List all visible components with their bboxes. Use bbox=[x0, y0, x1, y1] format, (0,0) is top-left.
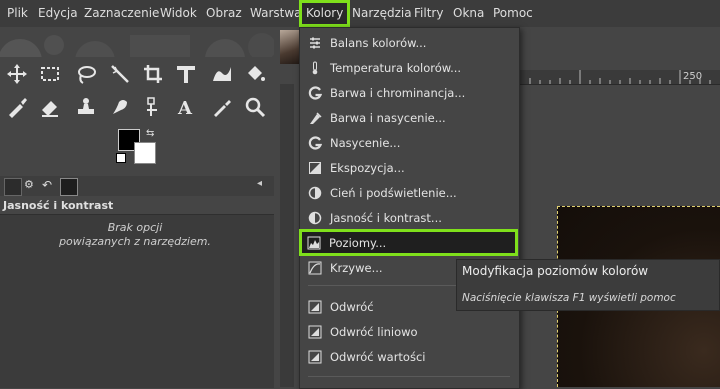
device-status-tab-icon[interactable]: ⚙ bbox=[24, 178, 40, 194]
menubar: Plik Edycja Zaznaczenie Widok Obraz Wars… bbox=[0, 0, 720, 27]
rect-select-tool-icon[interactable] bbox=[36, 60, 64, 88]
saturation-icon bbox=[308, 136, 322, 150]
menu-item-color-balance[interactable]: Balans kolorów... bbox=[300, 31, 518, 55]
clone-tool-icon[interactable] bbox=[72, 93, 100, 121]
dock-tabs: ⚙ ↶ ◂ bbox=[0, 176, 274, 196]
menu-item-hue-saturation[interactable]: Barwa i nasycenie... bbox=[300, 106, 518, 130]
menu-narzedzia[interactable]: Narzędzia bbox=[352, 0, 412, 27]
menu-item-value-invert[interactable]: Odwróć wartości bbox=[300, 345, 518, 369]
thermometer-icon bbox=[308, 61, 322, 75]
color-balance-icon bbox=[308, 36, 322, 50]
menu-item-label: Krzywe... bbox=[330, 261, 383, 275]
menu-separator bbox=[308, 376, 510, 377]
menu-item-label: Cień i podświetlenie... bbox=[330, 186, 457, 200]
tool-options-message-line1: Brak opcji bbox=[107, 221, 163, 234]
menu-item-levels[interactable]: Poziomy... bbox=[299, 229, 518, 256]
menu-widok[interactable]: Widok bbox=[160, 0, 197, 27]
swap-colors-icon[interactable]: ⇆ bbox=[146, 128, 154, 139]
menu-warstwa[interactable]: Warstwa bbox=[250, 0, 302, 27]
warp-tool-icon[interactable] bbox=[208, 60, 236, 88]
eraser-tool-icon[interactable] bbox=[36, 93, 64, 121]
menu-item-exposure[interactable]: Ekspozycja... bbox=[300, 156, 518, 180]
menu-item-saturation[interactable]: Nasycenie... bbox=[300, 131, 518, 155]
shadows-highlights-icon bbox=[308, 186, 322, 200]
tooltip-hint: Naciśnięcie klawisza F1 wyświetli pomoc bbox=[462, 292, 676, 304]
menu-kolory[interactable]: Kolory bbox=[299, 0, 351, 27]
menu-item-label: Ekspozycja... bbox=[330, 161, 405, 175]
brightness-contrast-icon bbox=[308, 211, 322, 225]
tool-options-title: Jasność i kontrast bbox=[3, 199, 114, 212]
images-tab-icon[interactable] bbox=[60, 178, 78, 196]
menu-edycja[interactable]: Edycja bbox=[38, 0, 78, 27]
menu-item-linear-invert[interactable]: Odwróć liniowo bbox=[300, 320, 518, 344]
curves-icon bbox=[308, 261, 322, 275]
vertical-ruler bbox=[280, 84, 294, 387]
exposure-icon bbox=[308, 161, 322, 175]
path-tool-icon[interactable] bbox=[139, 93, 167, 121]
text-tool-icon[interactable]: A bbox=[172, 93, 200, 121]
tool-options-message-line2: powiązanych z narzędziem. bbox=[59, 235, 211, 248]
color-picker-tool-icon[interactable] bbox=[208, 93, 236, 121]
hue-chroma-icon bbox=[308, 86, 322, 100]
bucket-fill-tool-icon[interactable] bbox=[241, 60, 269, 88]
menu-item-label: Balans kolorów... bbox=[330, 36, 427, 50]
gimp-logo-decoration bbox=[0, 27, 274, 57]
tool-options-tab-icon[interactable] bbox=[4, 178, 22, 196]
menu-item-label: Temperatura kolorów... bbox=[330, 61, 462, 75]
menu-item-label: Odwróć bbox=[330, 300, 374, 314]
menu-zaznaczenie[interactable]: Zaznaczenie bbox=[84, 0, 159, 27]
menu-item-label: Jasność i kontrast... bbox=[330, 211, 442, 225]
invert-icon bbox=[308, 300, 322, 314]
menu-item-label: Odwróć liniowo bbox=[330, 325, 418, 339]
menu-item-label: Barwa i chrominancja... bbox=[330, 86, 466, 100]
menu-item-label: Poziomy... bbox=[329, 235, 387, 250]
transform-tool-icon[interactable] bbox=[172, 60, 200, 88]
levels-icon bbox=[307, 236, 321, 250]
menu-item-label: Nasycenie... bbox=[330, 136, 401, 150]
fuzzy-select-tool-icon[interactable] bbox=[106, 60, 134, 88]
menu-filtry[interactable]: Filtry bbox=[414, 0, 443, 27]
lasso-tool-icon[interactable] bbox=[72, 60, 100, 88]
value-invert-icon bbox=[308, 350, 322, 364]
tooltip-title: Modyfikacja poziomów kolorów bbox=[462, 264, 649, 278]
menu-plik[interactable]: Plik bbox=[7, 0, 28, 27]
menu-pomoc[interactable]: Pomoc bbox=[493, 0, 533, 27]
hue-saturation-icon bbox=[308, 111, 322, 125]
menu-item-shadows-highlights[interactable]: Cień i podświetlenie... bbox=[300, 181, 518, 205]
undo-history-tab-icon[interactable]: ↶ bbox=[42, 178, 58, 194]
linear-invert-icon bbox=[308, 325, 322, 339]
zoom-tool-icon[interactable] bbox=[241, 93, 269, 121]
menu-item-brightness-contrast[interactable]: Jasność i kontrast... bbox=[300, 206, 518, 230]
tab-menu-icon[interactable]: ◂ bbox=[257, 178, 273, 194]
menu-item-label: Odwróć wartości bbox=[330, 350, 426, 364]
paintbrush-tool-icon[interactable] bbox=[3, 93, 31, 121]
menu-item-color-temperature[interactable]: Temperatura kolorów... bbox=[300, 56, 518, 80]
menu-item-hue-chroma[interactable]: Barwa i chrominancja... bbox=[300, 81, 518, 105]
background-color-swatch[interactable] bbox=[134, 142, 156, 164]
reset-colors-icon[interactable] bbox=[116, 153, 126, 163]
move-tool-icon[interactable] bbox=[3, 60, 31, 88]
smudge-tool-icon[interactable] bbox=[106, 93, 134, 121]
levels-tooltip: Modyfikacja poziomów kolorów Naciśnięcie… bbox=[456, 259, 720, 311]
menu-obraz[interactable]: Obraz bbox=[206, 0, 242, 27]
menu-item-label: Barwa i nasycenie... bbox=[330, 111, 446, 125]
svg-text:A: A bbox=[177, 98, 193, 118]
crop-tool-icon[interactable] bbox=[139, 60, 167, 88]
menu-okna[interactable]: Okna bbox=[453, 0, 484, 27]
